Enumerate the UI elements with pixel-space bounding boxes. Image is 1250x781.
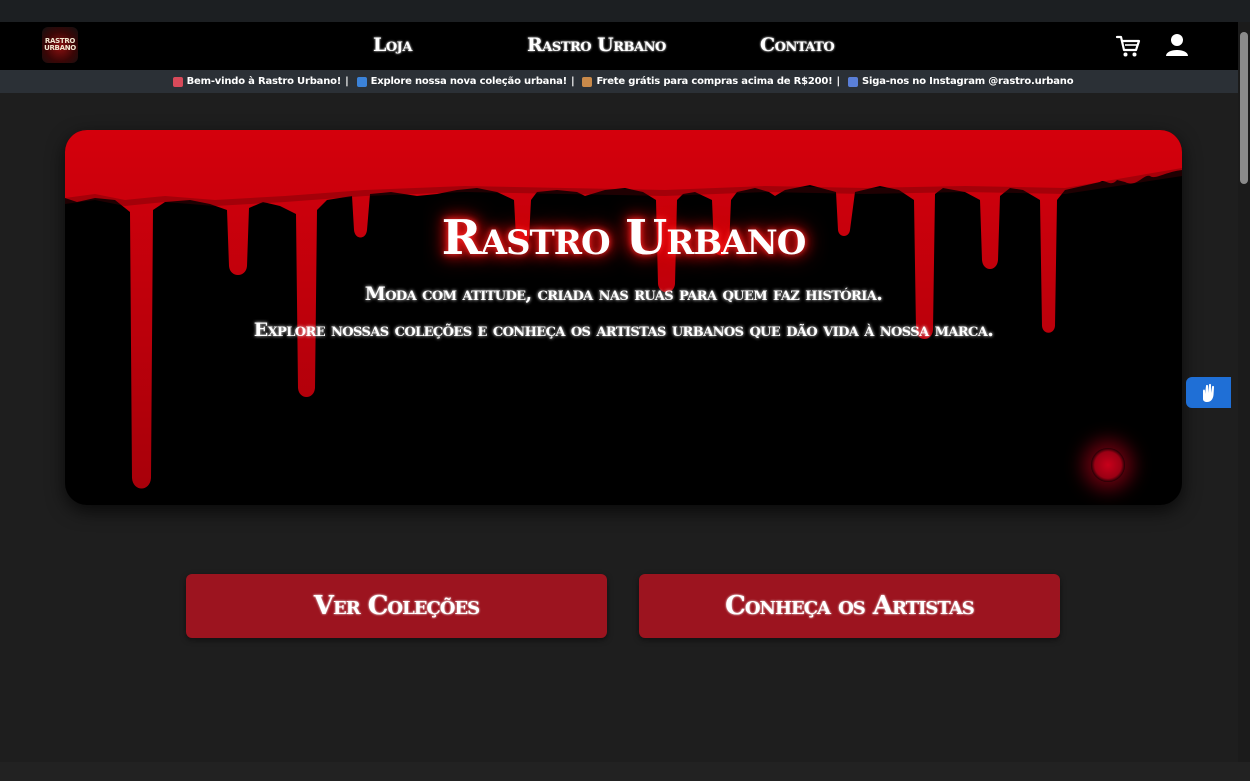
navbar: RASTRO URBANO Loja Rastro Urbano Contato	[0, 22, 1238, 70]
rocket-icon	[172, 76, 183, 87]
nav-link-contato[interactable]: Contato	[760, 34, 835, 56]
blood-drip-graphic	[65, 130, 1182, 489]
brand-logo[interactable]: RASTRO URBANO	[42, 27, 78, 63]
ticker-item: Siga-nos no Instagram @rastro.urbano	[862, 76, 1074, 87]
ticker-item: Explore nossa nova coleção urbana!	[370, 76, 568, 87]
sign-language-icon	[1202, 383, 1214, 402]
browser-top-strip	[0, 0, 1250, 22]
ticker-item: Bem-vindo à Rastro Urbano!	[186, 76, 342, 87]
vertical-scrollbar[interactable]	[1238, 22, 1250, 762]
bottom-strip	[0, 762, 1250, 781]
logo-text-line2: URBANO	[44, 44, 76, 52]
hero-subtitle: Moda com atitude, criada nas ruas para q…	[364, 283, 883, 305]
user-icon[interactable]	[1163, 31, 1191, 59]
ticker-item: Frete grátis para compras acima de R$200…	[596, 76, 833, 87]
scrollbar-thumb[interactable]	[1240, 32, 1248, 184]
ticker-separator: |	[836, 76, 841, 87]
nav-link-loja[interactable]: Loja	[373, 34, 412, 56]
mobile-icon	[848, 76, 858, 87]
nav-link-rastro-urbano[interactable]: Rastro Urbano	[527, 34, 666, 56]
hero-description: Explore nossas coleções e conheça os art…	[253, 319, 994, 341]
hero-title: Rastro Urbano	[441, 210, 807, 266]
hero-banner: Rastro Urbano Moda com atitude, criada n…	[65, 130, 1182, 505]
view-collections-button[interactable]: Ver Coleções	[186, 574, 607, 638]
announcement-ticker: Bem-vindo à Rastro Urbano! | Explore nos…	[0, 70, 1238, 93]
meet-artists-button[interactable]: Conheça os Artistas	[639, 574, 1060, 638]
ticker-separator: |	[571, 76, 575, 87]
new-icon	[356, 76, 367, 87]
cart-icon[interactable]	[1114, 32, 1142, 60]
ticker-separator: |	[345, 76, 349, 87]
glow-dot	[1091, 448, 1125, 482]
accessibility-widget-button[interactable]	[1186, 377, 1231, 408]
package-icon	[582, 76, 593, 87]
